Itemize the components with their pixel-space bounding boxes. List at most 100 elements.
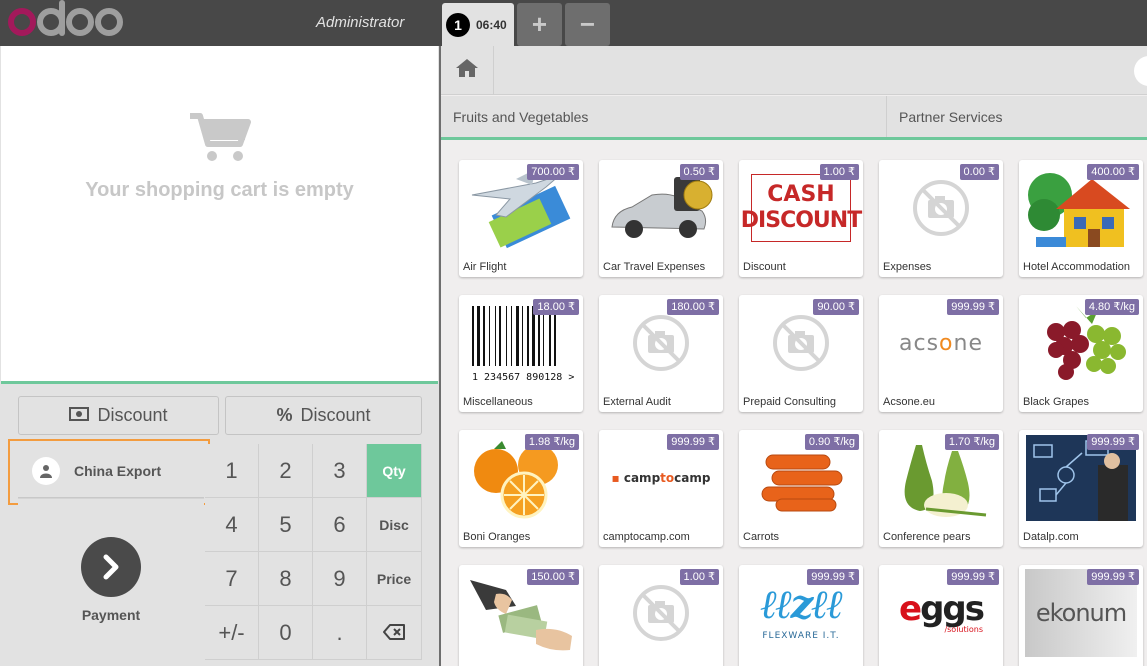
product-card[interactable]: 150.00 ₹	[459, 565, 583, 666]
product-card[interactable]: CASH DISCOUNT 1.00 ₹ Discount	[739, 160, 863, 277]
order-tab[interactable]: 1 06:40	[442, 3, 514, 46]
numpad-key-4[interactable]: 4	[205, 498, 259, 552]
left-pane: Your shopping cart is empty Discount % D…	[0, 46, 439, 666]
category-fruits-vegetables[interactable]: Fruits and Vegetables	[441, 96, 886, 137]
product-card[interactable]: ℓℓzℓℓ FLEXWARE I.T. 999.99 ₹	[739, 565, 863, 666]
product-card[interactable]: 1 234567 890128 > 18.00 ₹ Miscellaneous	[459, 295, 583, 412]
product-card[interactable]: ekonum 999.99 ₹	[1019, 565, 1143, 666]
numpad-key-8[interactable]: 8	[259, 552, 313, 606]
price-mode-button[interactable]: Price	[367, 552, 422, 606]
price-tag: 1.98 ₹/kg	[524, 434, 579, 450]
logo-letter	[66, 8, 94, 36]
product-name: Prepaid Consulting	[743, 396, 836, 408]
order-cart: Your shopping cart is empty	[1, 46, 438, 384]
product-card[interactable]: 4.80 ₹/kg Black Grapes	[1019, 295, 1143, 412]
product-card[interactable]: 999.99 ₹ Datalp.com	[1019, 430, 1143, 547]
price-tag: 999.99 ₹	[947, 299, 999, 315]
empty-cart-message: Your shopping cart is empty	[85, 179, 354, 201]
numpad-dot-key[interactable]: .	[313, 606, 367, 660]
product-card[interactable]: 0.90 ₹/kg Carrots	[739, 430, 863, 547]
price-tag: 180.00 ₹	[667, 299, 719, 315]
price-tag: 150.00 ₹	[527, 569, 579, 585]
new-order-button[interactable]: +	[517, 3, 562, 46]
price-tag: 400.00 ₹	[1087, 164, 1139, 180]
product-card[interactable]: 180.00 ₹ External Audit	[599, 295, 723, 412]
numpad-key-0[interactable]: 0	[259, 606, 313, 660]
product-screen: Fruits and Vegetables Partner Services 7…	[441, 46, 1147, 666]
price-tag: 90.00 ₹	[813, 299, 859, 315]
product-name: Hotel Accommodation	[1023, 261, 1130, 273]
home-icon	[455, 58, 479, 83]
selection-highlight	[8, 439, 210, 505]
product-name: Miscellaneous	[463, 396, 533, 408]
qty-mode-button[interactable]: Qty	[367, 444, 422, 498]
product-name: Air Flight	[463, 261, 507, 273]
numpad-key-6[interactable]: 6	[313, 498, 367, 552]
numpad-key-5[interactable]: 5	[259, 498, 313, 552]
breadcrumb	[441, 46, 1147, 95]
username[interactable]: Administrator	[316, 14, 404, 31]
product-card[interactable]: acsone 999.99 ₹ Acsone.eu	[879, 295, 1003, 412]
product-card[interactable]: eggs/solutions 999.99 ₹	[879, 565, 1003, 666]
price-tag: 1.00 ₹	[679, 569, 719, 585]
search-input[interactable]	[1134, 56, 1147, 86]
delete-order-button[interactable]: −	[565, 3, 610, 46]
numpad-key-1[interactable]: 1	[205, 444, 259, 498]
product-name: Carrots	[743, 531, 780, 543]
product-name: Car Travel Expenses	[603, 261, 706, 273]
product-card[interactable]: 0.00 ₹ Expenses	[879, 160, 1003, 277]
product-card[interactable]: 1.98 ₹/kg Boni Oranges	[459, 430, 583, 547]
numpad-sign-key[interactable]: +/-	[205, 606, 259, 660]
price-tag: 999.99 ₹	[1087, 434, 1139, 450]
numpad-key-3[interactable]: 3	[313, 444, 367, 498]
price-tag: 700.00 ₹	[527, 164, 579, 180]
product-card[interactable]: 700.00 ₹ Air Flight	[459, 160, 583, 277]
product-card[interactable]: 1.00 ₹	[599, 565, 723, 666]
percent-discount-label: Discount	[300, 405, 371, 425]
logo-letter	[8, 8, 36, 36]
shopping-cart-icon	[188, 110, 252, 169]
price-tag: 18.00 ₹	[533, 299, 579, 315]
numpad-key-9[interactable]: 9	[313, 552, 367, 606]
backspace-icon	[383, 620, 405, 646]
order-number: 1	[446, 12, 470, 37]
product-name: Conference pears	[883, 531, 971, 543]
price-tag: 0.00 ₹	[959, 164, 999, 180]
fixed-discount-label: Discount	[97, 405, 168, 425]
price-tag: 999.99 ₹	[947, 569, 999, 585]
product-card[interactable]: ▪ camptocamp 999.99 ₹ camptocamp.com	[599, 430, 723, 547]
product-card[interactable]: 90.00 ₹ Prepaid Consulting	[739, 295, 863, 412]
price-tag: 0.90 ₹/kg	[804, 434, 859, 450]
price-tag: 999.99 ₹	[667, 434, 719, 450]
fixed-discount-button[interactable]: Discount	[18, 396, 219, 435]
product-name: Black Grapes	[1023, 396, 1090, 408]
price-tag: 999.99 ₹	[807, 569, 859, 585]
product-name: Boni Oranges	[463, 531, 531, 543]
category-bar: Fruits and Vegetables Partner Services	[441, 96, 1147, 140]
backspace-button[interactable]	[367, 606, 422, 660]
disc-mode-button[interactable]: Disc	[367, 498, 422, 552]
logo-letter	[37, 0, 65, 36]
category-partner-services[interactable]: Partner Services	[886, 96, 1147, 137]
price-tag: 999.99 ₹	[1087, 569, 1139, 585]
product-card[interactable]: 1.70 ₹/kg Conference pears	[879, 430, 1003, 547]
product-name: External Audit	[603, 396, 671, 408]
product-name: camptocamp.com	[603, 531, 690, 543]
numpad-key-2[interactable]: 2	[259, 444, 313, 498]
odoo-logo	[8, 0, 123, 42]
price-tag: 0.50 ₹	[679, 164, 719, 180]
price-tag: 1.00 ₹	[819, 164, 859, 180]
order-time: 06:40	[476, 17, 507, 32]
price-tag: 1.70 ₹/kg	[944, 434, 999, 450]
logo-letter	[95, 8, 123, 36]
product-card[interactable]: 0.50 ₹ Car Travel Expenses	[599, 160, 723, 277]
product-card[interactable]: 400.00 ₹ Hotel Accommodation	[1019, 160, 1143, 277]
product-name: Acsone.eu	[883, 396, 935, 408]
payment-label: Payment	[81, 607, 141, 623]
product-name: Expenses	[883, 261, 932, 273]
numpad: 1 2 3 Qty 4 5 6 Disc 7 8 9 Price +/- 0 .	[205, 444, 422, 660]
numpad-key-7[interactable]: 7	[205, 552, 259, 606]
percent-discount-button[interactable]: % Discount	[225, 396, 422, 435]
payment-button[interactable]: Payment	[18, 498, 204, 660]
home-category-button[interactable]	[441, 46, 494, 95]
